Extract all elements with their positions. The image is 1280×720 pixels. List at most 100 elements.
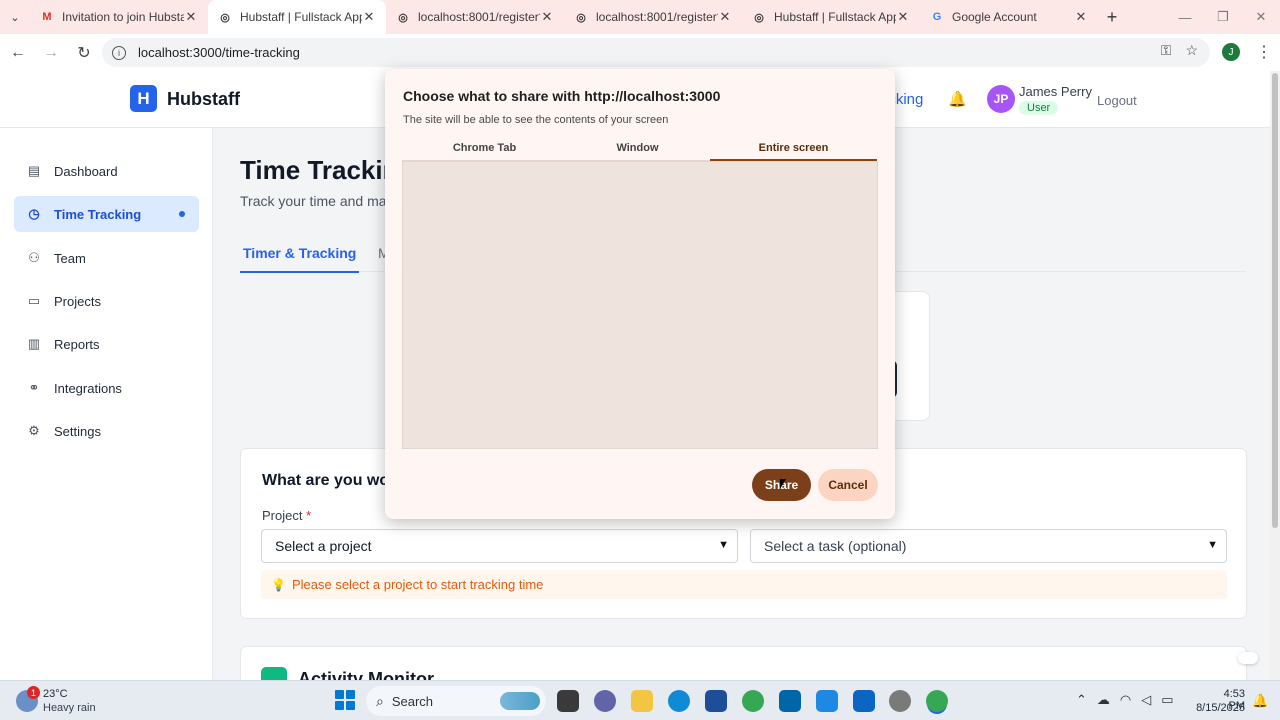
sidebar-item-label: Settings [54,423,101,439]
globe-icon: ◎ [220,11,230,24]
browser-tab-title: Invitation to join Hubstaff [62,10,184,24]
page-title: Time Trackin [240,155,399,185]
site-info-icon[interactable]: i [112,45,126,60]
project-select[interactable]: Select a project ▼ [261,529,738,563]
messenger-icon[interactable] [853,690,875,712]
chart-icon: ▥ [27,336,41,351]
battery-icon[interactable]: ▭ [1161,692,1173,708]
browser-toolbar: ← → ↻ i localhost:3000/time-tracking ⚿ ☆ [0,34,1280,71]
sidebar-item-reports[interactable]: ▥ Reports [14,326,199,362]
active-indicator-dot [179,211,185,217]
team-icon: ⚇ [28,250,40,265]
window-controls: — ❐ ✕ [1166,0,1280,34]
browser-tab-google-account[interactable]: G Google Account ✕ [920,0,1098,34]
task-select-value: Select a task (optional) [764,538,907,554]
hubstaff-logo[interactable]: H [130,85,157,112]
chat-icon[interactable] [594,690,616,712]
wifi-icon[interactable]: ◠ [1120,692,1131,708]
browser-tab-hubstaff-active[interactable]: ◎ Hubstaff | Fullstack App ✕ [208,0,386,34]
settings-gear-icon[interactable] [889,690,911,712]
url-text: localhost:3000/time-tracking [138,45,300,60]
share-tab-window[interactable]: Window [560,142,715,154]
link-icon: ⚭ [28,380,40,395]
user-avatar[interactable]: JP [987,85,1015,113]
browser-tab-hubstaff-2[interactable]: ◎ Hubstaff | Fullstack App ✕ [742,0,920,34]
sidebar-item-time-tracking[interactable]: ◷ Time Tracking [14,196,199,232]
windows-start-icon[interactable] [335,690,355,710]
browser-tab-register-1[interactable]: ◎ localhost:8001/register?to ✕ [386,0,564,34]
paint-icon[interactable] [816,690,838,712]
password-key-icon[interactable]: ⚿ [1161,42,1172,59]
taskbar-search[interactable]: ⌕ Search [366,686,546,716]
cancel-button[interactable]: Cancel [818,469,878,501]
sidebar-item-settings[interactable]: ⚙ Settings [14,413,199,449]
file-explorer-icon[interactable] [631,690,653,712]
task-select[interactable]: Select a task (optional) ▼ [750,529,1227,563]
minimize-icon[interactable]: — [1166,0,1204,34]
floating-widget[interactable] [1238,652,1258,664]
dialog-subtitle: The site will be able to see the content… [403,114,669,126]
sidebar-item-label: Projects [54,293,101,309]
edge-icon[interactable] [668,690,690,712]
share-tab-chrome-tab[interactable]: Chrome Tab [407,142,562,154]
project-label: Project * [262,508,311,523]
sidebar-item-projects[interactable]: ▭ Projects [14,283,199,319]
vscode-icon[interactable] [779,690,801,712]
screen-share-dialog: Choose what to share with http://localho… [385,69,895,519]
sidebar-item-team[interactable]: ⚇ Team [14,240,199,276]
search-icon: ⌕ [376,692,384,709]
menu-kebab-icon[interactable]: ⋮ [1256,42,1272,62]
chrome-active-icon[interactable] [926,690,948,712]
sidebar: ▤ Dashboard ◷ Time Tracking ⚇ Team ▭ Pro… [0,128,213,680]
sidebar-item-integrations[interactable]: ⚭ Integrations [14,370,199,406]
chevron-down-icon: ▼ [718,539,729,551]
browser-tab-title: Hubstaff | Fullstack App [774,10,896,24]
notification-bell-icon[interactable]: 🔔 [1252,693,1268,709]
close-icon[interactable]: ✕ [718,9,732,25]
bell-icon[interactable]: 🔔 [948,90,967,108]
sidebar-item-label: Dashboard [54,163,118,179]
user-name: James Perry [1019,84,1092,99]
globe-icon: ◎ [576,11,586,24]
store-icon[interactable] [705,690,727,712]
chrome-icon[interactable] [742,690,764,712]
close-window-icon[interactable]: ✕ [1242,0,1280,34]
maximize-icon[interactable]: ❐ [1204,0,1242,34]
browser-tab-register-2[interactable]: ◎ localhost:8001/register?to ✕ [564,0,742,34]
folder-icon: ▭ [27,293,41,308]
google-icon: G [932,11,942,23]
back-icon[interactable]: ← [3,38,33,68]
bookmark-star-icon[interactable]: ☆ [1185,42,1198,59]
volume-icon[interactable]: ◁ [1141,692,1151,708]
address-bar[interactable]: i localhost:3000/time-tracking ⚿ ☆ [102,38,1210,67]
logout-button[interactable]: Logout [1097,93,1137,108]
forward-icon[interactable]: → [36,38,66,68]
sidebar-item-dashboard[interactable]: ▤ Dashboard [14,153,199,189]
brand-name[interactable]: Hubstaff [167,89,240,110]
tab-search-icon[interactable]: ⌄ [0,0,30,34]
tab-timer-tracking[interactable]: Timer & Tracking [239,245,360,273]
share-tab-entire-screen[interactable]: Entire screen [710,142,877,154]
close-icon[interactable]: ✕ [896,9,910,25]
onedrive-icon[interactable]: ☁ [1097,692,1110,708]
scrollbar-thumb[interactable] [1272,73,1278,528]
task-view-icon[interactable] [557,690,579,712]
close-icon[interactable]: ✕ [1074,9,1088,25]
sidebar-item-label: Reports [54,336,100,352]
weather-condition: Heavy rain [43,702,96,714]
close-icon[interactable]: ✕ [540,9,554,25]
close-icon[interactable]: ✕ [184,9,198,25]
project-label-text: Project [262,508,303,523]
close-icon[interactable]: ✕ [362,9,376,25]
browser-tab-gmail[interactable]: M Invitation to join Hubstaff ✕ [30,0,208,34]
page-scrollbar[interactable] [1270,71,1280,680]
profile-avatar[interactable]: J [1222,43,1240,61]
new-tab-icon[interactable]: + [1098,7,1126,28]
chevron-up-icon[interactable]: ⌃ [1076,692,1087,708]
clock-date[interactable]: 8/15/2025 [1195,702,1245,714]
screen-preview[interactable] [402,161,878,449]
weather-temp: 23°C [43,688,68,700]
reload-icon[interactable]: ↻ [69,38,99,68]
browser-tab-title: Google Account [952,10,1037,24]
globe-icon: ◎ [398,11,408,24]
